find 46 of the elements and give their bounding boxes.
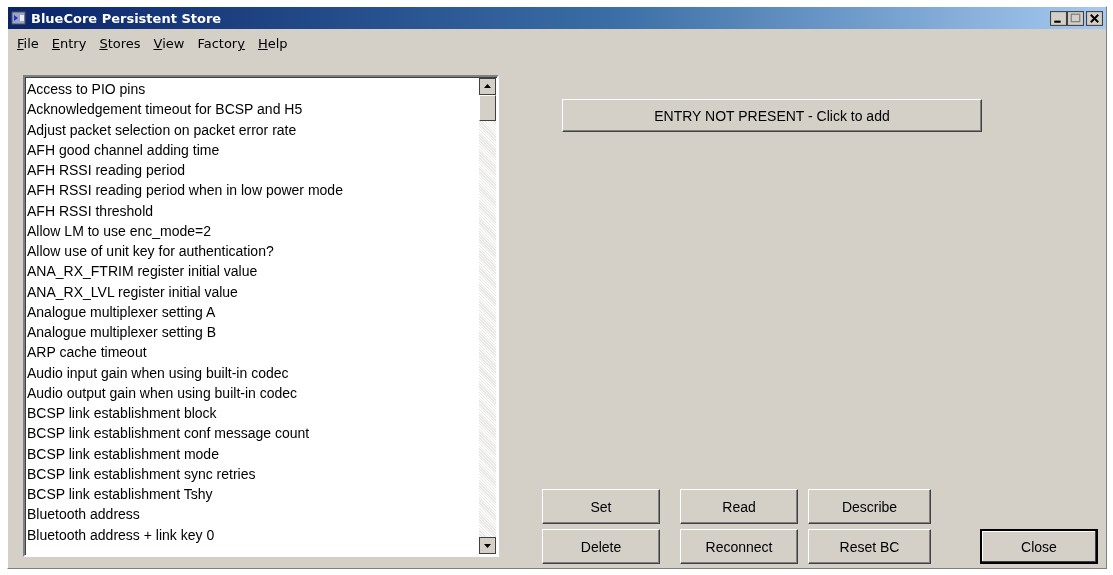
minimize-icon[interactable]	[1050, 10, 1067, 26]
menu-item[interactable]: Entry	[51, 35, 87, 53]
list-item[interactable]: Audio output gain when using built-in codec	[27, 382, 479, 403]
list-item[interactable]: Bluetooth address + link key 0	[27, 524, 479, 545]
list-item[interactable]: Analogue multiplexer setting B	[27, 322, 479, 343]
close-icon[interactable]	[1086, 10, 1103, 26]
menu-item[interactable]: View	[153, 35, 185, 53]
list-item[interactable]: Adjust packet selection on packet error rate	[27, 119, 479, 140]
menu-item[interactable]: Factory	[197, 35, 245, 53]
action-button[interactable]: Reconnect	[680, 529, 798, 564]
menu-item[interactable]: Help	[257, 35, 288, 53]
list-item[interactable]: Bluetooth address	[27, 504, 479, 525]
list-item[interactable]: Access to PIO pins	[27, 79, 479, 100]
action-button[interactable]: Set	[542, 489, 660, 524]
maximize-icon[interactable]	[1067, 10, 1084, 26]
list-item[interactable]: BCSP link establishment Tshy	[27, 484, 479, 505]
action-button[interactable]: Describe	[808, 489, 931, 524]
list-item[interactable]: ARP cache timeout	[27, 342, 479, 363]
close-button[interactable]: Close	[980, 529, 1098, 564]
list-item[interactable]: AFH good channel adding time	[27, 139, 479, 160]
action-button[interactable]: Delete	[542, 529, 660, 564]
action-button[interactable]: Read	[680, 489, 798, 524]
list-item[interactable]: BCSP link establishment sync retries	[27, 463, 479, 484]
list-item[interactable]: ANA_RX_FTRIM register initial value	[27, 261, 479, 282]
app-icon	[11, 10, 27, 26]
list-item[interactable]: AFH RSSI reading period when in low power mode	[27, 180, 479, 201]
list-item[interactable]: AFH RSSI reading period	[27, 160, 479, 181]
menu-item[interactable]: File	[17, 35, 39, 53]
scroll-up-icon[interactable]	[479, 78, 496, 95]
list-item[interactable]: Analogue multiplexer setting A	[27, 301, 479, 322]
list-item[interactable]: Allow use of unit key for authentication?	[27, 241, 479, 262]
scrollbar[interactable]	[479, 78, 496, 554]
list-item[interactable]: BCSP link establishment mode	[27, 443, 479, 464]
list-item[interactable]: BCSP link establishment block	[27, 403, 479, 424]
scroll-down-icon[interactable]	[479, 537, 496, 554]
list-item[interactable]: ANA_RX_LVL register initial value	[27, 281, 479, 302]
list-item[interactable]: Audio input gain when using built-in codec	[27, 362, 479, 383]
add-entry-button[interactable]: ENTRY NOT PRESENT - Click to add	[562, 99, 982, 132]
scroll-thumb[interactable]	[479, 95, 496, 121]
list-item[interactable]: Acknowledgement timeout for BCSP and H5	[27, 99, 479, 120]
window-title: BlueCore Persistent Store	[31, 10, 223, 26]
action-button[interactable]: Reset BC	[808, 529, 931, 564]
menu-item[interactable]: Stores	[99, 35, 141, 53]
list-item[interactable]: BCSP link establishment conf message count	[27, 423, 479, 444]
list-item[interactable]: AFH RSSI threshold	[27, 200, 479, 221]
list-item[interactable]: Allow LM to use enc_mode=2	[27, 220, 479, 241]
